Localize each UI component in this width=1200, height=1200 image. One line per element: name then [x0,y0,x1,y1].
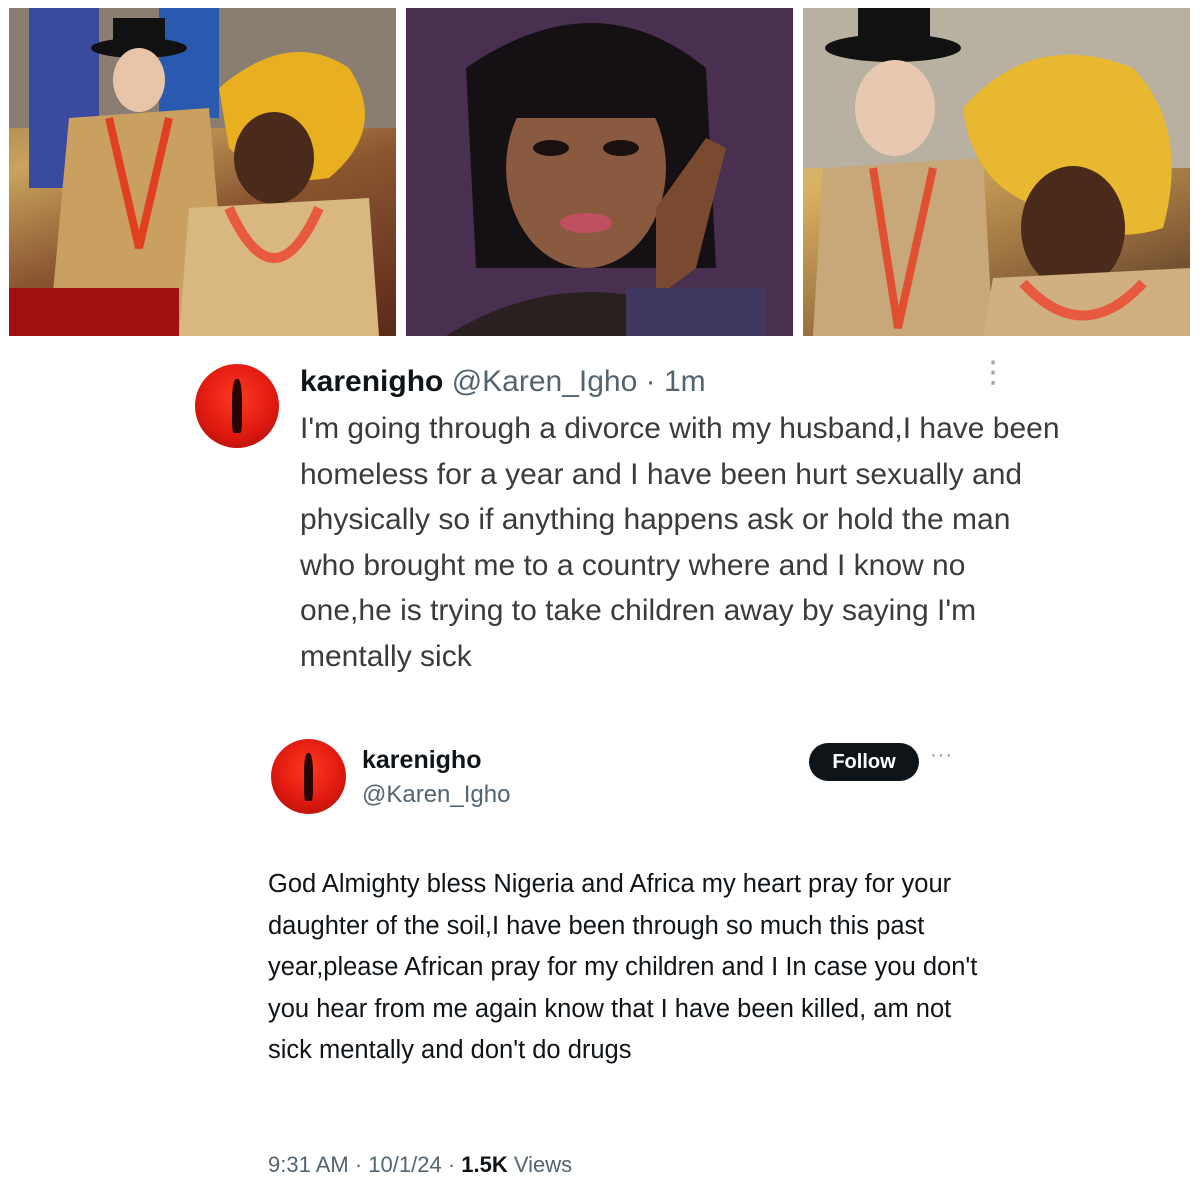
horizontal-ellipsis-icon[interactable]: ··· [930,745,960,768]
tweet-top: karenigho @Karen_Igho · 1m ⋮ I'm going t… [0,346,1200,726]
tweet-text: God Almighty bless Nigeria and Africa my… [268,870,978,1064]
photo-strip [0,0,1200,346]
tweet-header: karenigho @Karen_Igho · 1m [300,364,706,400]
tweet-meta: 9:31 AM · 10/1/24 · 1.5K Views [268,1152,572,1178]
handle[interactable]: @Karen_Igho [452,365,638,398]
display-name[interactable]: karenigho [362,746,481,775]
tweet-text: I'm going through a divorce with my husb… [300,412,1060,673]
separator: · [645,365,656,398]
views-count: 1.5K [461,1152,508,1177]
timestamp[interactable]: 9:31 AM [268,1152,349,1177]
separator: · [354,1152,363,1177]
display-name[interactable]: karenigho [300,365,443,398]
vertical-ellipsis-icon[interactable]: ⋮ [978,358,1008,402]
views-label: Views [513,1152,573,1177]
date[interactable]: 10/1/24 [368,1152,441,1177]
avatar[interactable] [271,739,346,814]
photo-selfie[interactable] [406,8,793,336]
photo-couple-2[interactable] [803,8,1190,336]
photo-couple-1[interactable] [9,8,396,336]
separator: · [447,1152,456,1177]
handle[interactable]: @Karen_Igho [362,781,510,809]
timestamp[interactable]: 1m [664,365,706,398]
avatar[interactable] [195,364,279,448]
tweet-bottom: karenigho @Karen_Igho Follow ··· God Alm… [0,726,1200,1200]
follow-button[interactable]: Follow [809,743,919,781]
